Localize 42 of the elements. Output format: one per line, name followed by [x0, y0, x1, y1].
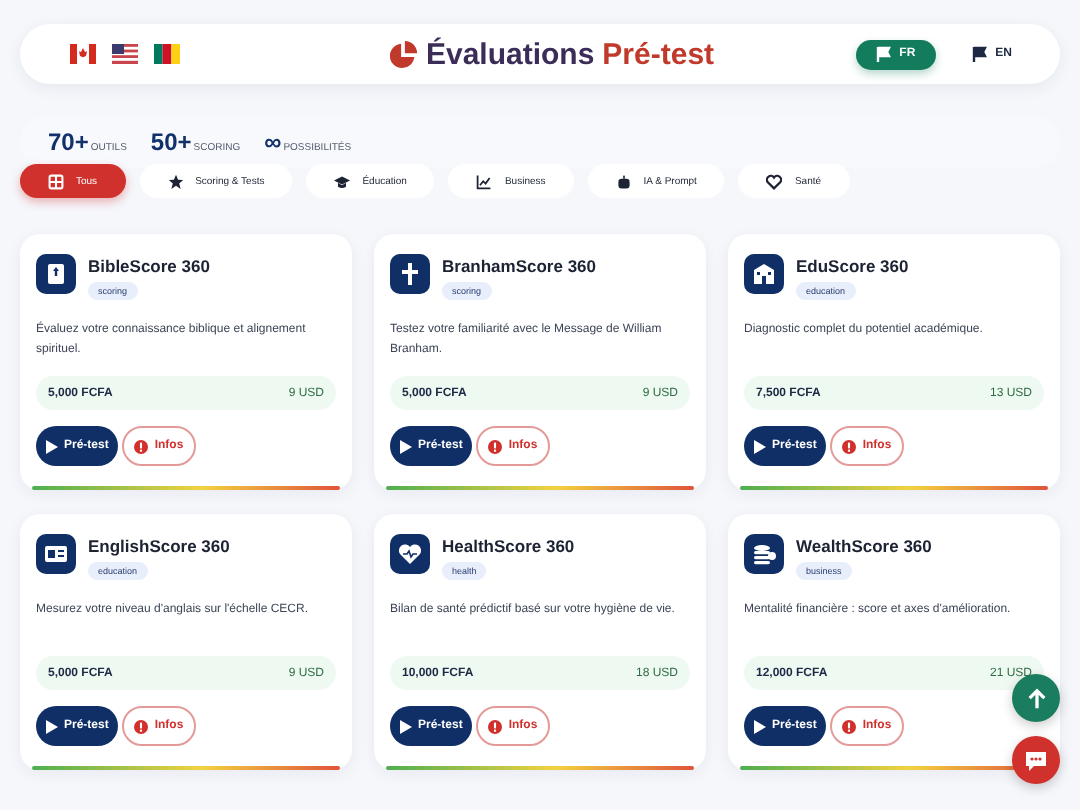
heart-icon [766, 173, 783, 189]
cap-icon [334, 173, 351, 189]
idcard-icon [36, 534, 76, 574]
card-title: EduScore 360 [796, 256, 909, 276]
book-icon [36, 254, 76, 294]
info-icon [488, 719, 503, 733]
chat-icon [1024, 749, 1048, 771]
stat-value: 50+ [150, 128, 192, 156]
chat-button[interactable] [1012, 736, 1060, 784]
school-icon [744, 254, 784, 294]
info-icon [134, 719, 149, 733]
card-title: BibleScore 360 [88, 256, 210, 276]
coins-icon [744, 534, 784, 574]
cross-icon [390, 254, 430, 294]
info-icon [842, 719, 857, 733]
card-title: WealthScore 360 [796, 536, 932, 556]
grid-icon [48, 173, 64, 189]
flag-icon[interactable] [112, 44, 138, 64]
arrow-up-icon [1025, 687, 1047, 709]
play-icon [400, 719, 412, 733]
info-icon [842, 439, 857, 453]
flag-icon[interactable] [70, 44, 96, 64]
flag-icon [875, 46, 892, 62]
flag-icon [971, 46, 988, 62]
page-title: Pré-test [602, 37, 715, 71]
card-title: EnglishScore 360 [88, 536, 230, 556]
chart-icon [476, 173, 493, 189]
pie-chart-icon [387, 39, 418, 69]
card-title: BranhamScore 360 [442, 256, 597, 276]
play-icon [754, 439, 766, 453]
play-icon [46, 719, 58, 733]
star-icon [167, 173, 184, 189]
info-icon [134, 439, 149, 453]
page-title: Évaluations [425, 37, 595, 71]
robot-icon [615, 173, 632, 189]
info-icon [488, 439, 503, 453]
play-icon [400, 439, 412, 453]
play-icon [754, 719, 766, 733]
stat-value: 70+ [48, 128, 89, 156]
play-icon [46, 439, 58, 453]
card-title: HealthScore 360 [442, 536, 575, 556]
stat-value: ∞ [264, 128, 282, 156]
